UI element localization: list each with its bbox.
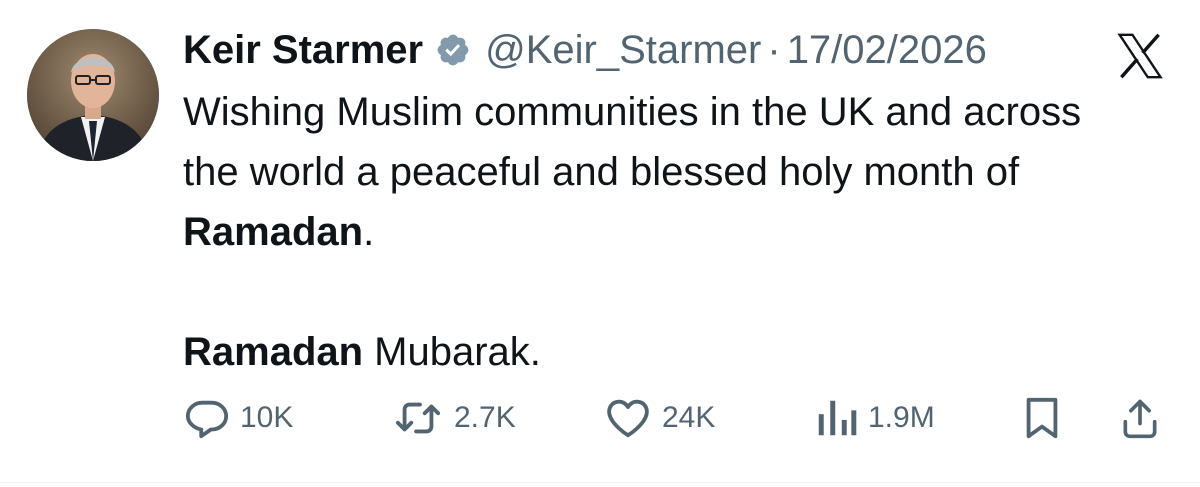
reply-icon (185, 400, 229, 439)
tweet-header: Keir Starmer @Keir_Starmer · 17/02/2026 (183, 22, 987, 78)
tweet-date[interactable]: 17/02/2026 (787, 28, 987, 73)
bookmark-button[interactable] (1022, 390, 1062, 446)
tweet-paragraph-1: Wishing Muslim communities in the UK and… (183, 82, 1143, 262)
author-name[interactable]: Keir Starmer (183, 28, 423, 73)
x-logo-icon[interactable] (1111, 30, 1169, 82)
repost-icon (395, 402, 441, 434)
action-bar: 10K 2.7K 24K 1.9M (0, 390, 1200, 446)
reply-button[interactable]: 10K (184, 390, 293, 446)
views-icon (818, 400, 857, 436)
repost-button[interactable]: 2.7K (392, 390, 516, 446)
reply-count: 10K (240, 401, 294, 434)
tweet-text-segment: Mubarak. (363, 330, 541, 374)
tweet-text: Wishing Muslim communities in the UK and… (183, 82, 1143, 382)
tweet-paragraph-2: Ramadan Mubarak. (183, 322, 1143, 382)
author-handle[interactable]: @Keir_Starmer (485, 28, 761, 73)
views-count: 1.9M (868, 401, 935, 434)
like-button[interactable]: 24K (604, 390, 715, 446)
heart-icon (607, 399, 649, 438)
like-count: 24K (662, 401, 716, 434)
share-button[interactable] (1118, 390, 1162, 446)
bookmark-icon (1026, 397, 1058, 439)
tweet-card[interactable]: Keir Starmer @Keir_Starmer · 17/02/2026 … (0, 0, 1200, 487)
views-button[interactable]: 1.9M (814, 390, 935, 446)
share-icon (1123, 399, 1157, 439)
hashtag-ramadan: Ramadan (183, 210, 364, 254)
separator-dot: · (767, 27, 781, 72)
repost-count: 2.7K (454, 401, 516, 434)
avatar-photo (27, 29, 159, 161)
hashtag-ramadan: Ramadan (183, 330, 364, 374)
author-avatar[interactable] (27, 29, 159, 161)
bottom-divider (0, 482, 1200, 483)
tweet-text-segment: Wishing Muslim communities in the UK and… (183, 90, 1082, 194)
verified-badge-icon (437, 34, 469, 66)
tweet-text-segment: . (363, 210, 375, 254)
